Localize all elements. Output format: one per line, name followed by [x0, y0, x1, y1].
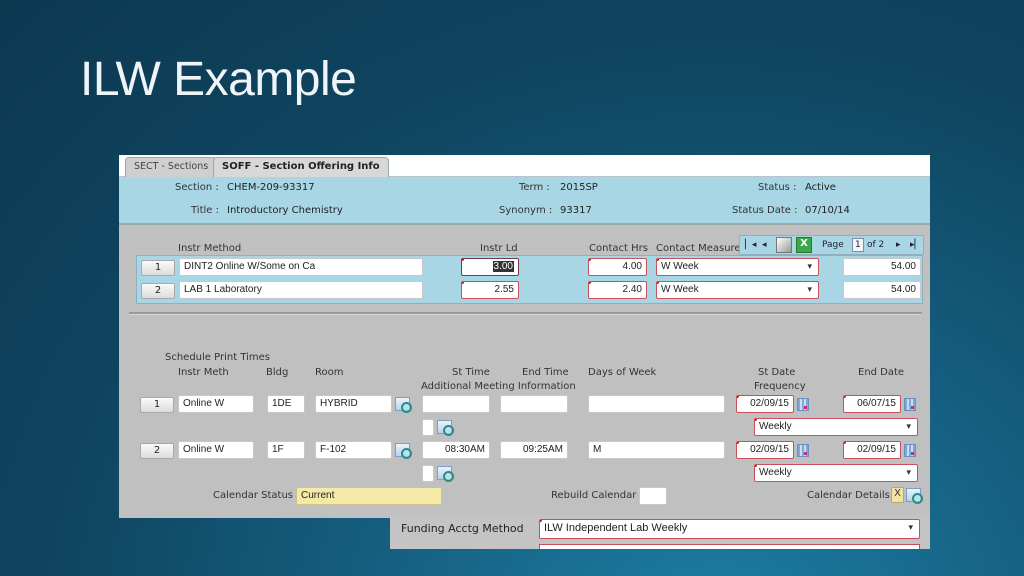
instr-meth-header: Instr Meth: [178, 367, 229, 378]
calendar-details-label: Calendar Details: [807, 490, 890, 501]
rebuild-calendar-field[interactable]: [639, 487, 667, 505]
st-time-field-1[interactable]: [422, 395, 490, 413]
st-date-calendar-icon[interactable]: [797, 444, 809, 457]
synonym-label: Synonym :: [499, 205, 553, 216]
tab-bar: SECT - Sections SOFF - Section Offering …: [119, 155, 930, 177]
end-date-field-2[interactable]: 02/09/15: [843, 441, 901, 459]
additional-info-lookup-icon[interactable]: [437, 420, 454, 436]
room-lookup-icon[interactable]: [395, 443, 412, 459]
tab-soff-section-offering[interactable]: SOFF - Section Offering Info: [213, 157, 389, 177]
days-of-week-field-1[interactable]: [588, 395, 725, 413]
instr-method-field-1[interactable]: DINT2 Online W/Some on Ca: [179, 258, 423, 276]
st-date-field-2[interactable]: 02/09/15: [736, 441, 794, 459]
tab-sect-sections[interactable]: SECT - Sections: [125, 157, 218, 177]
end-date-calendar-icon[interactable]: [904, 444, 916, 457]
contact-hrs-field-2[interactable]: 2.40: [588, 281, 647, 299]
next-field-edge: [539, 544, 920, 549]
title-label: Title :: [191, 205, 219, 216]
instr-total-field-1[interactable]: 54.00: [843, 258, 921, 276]
st-date-header: St Date: [758, 367, 796, 378]
term-value: 2015SP: [560, 182, 598, 193]
next-page-icon[interactable]: ▸: [896, 240, 901, 250]
last-page-icon[interactable]: ▸▏: [910, 240, 921, 250]
section-divider: [129, 312, 922, 315]
bldg-field-2[interactable]: 1F: [267, 441, 305, 459]
instr-load-field-2[interactable]: 2.55: [461, 281, 519, 299]
end-date-field-1[interactable]: 06/07/15: [843, 395, 901, 413]
instr-row-1-button[interactable]: 1: [141, 260, 175, 276]
schedule-row-1-button[interactable]: 1: [140, 397, 174, 413]
funding-acctg-method-label: Funding Acctg Method: [401, 522, 524, 535]
instr-row-2-button[interactable]: 2: [141, 283, 175, 299]
calendar-status-field: Current: [296, 487, 442, 505]
room-field-1[interactable]: HYBRID: [315, 395, 392, 413]
additional-info-checkbox-2[interactable]: [422, 465, 434, 482]
slide-title: ILW Example: [80, 53, 357, 106]
contact-measure-select-2[interactable]: W Week: [656, 281, 819, 299]
contact-hrs-field-1[interactable]: 4.00: [588, 258, 647, 276]
status-date-label: Status Date :: [732, 205, 798, 216]
bldg-field-1[interactable]: 1DE: [267, 395, 305, 413]
days-of-week-header: Days of Week: [588, 367, 657, 378]
instr-method-table: 1 DINT2 Online W/Some on Ca 3.00 4.00 W …: [136, 255, 923, 304]
title-value: Introductory Chemistry: [227, 205, 343, 216]
section-header: Section : CHEM-209-93317 Title : Introdu…: [119, 177, 930, 225]
calendar-details-flag[interactable]: X: [891, 487, 904, 503]
instr-load-header: Instr Ld: [480, 243, 518, 254]
instr-method-field-2[interactable]: LAB 1 Laboratory: [179, 281, 423, 299]
status-value: Active: [805, 182, 836, 193]
end-date-calendar-icon[interactable]: [904, 398, 916, 411]
rebuild-calendar-label: Rebuild Calendar: [551, 490, 637, 501]
st-date-calendar-icon[interactable]: [797, 398, 809, 411]
page-label: Page: [822, 240, 844, 250]
instr-meth-field-1[interactable]: Online W: [178, 395, 254, 413]
end-time-field-2[interactable]: 09:25AM: [500, 441, 568, 459]
calendar-details-lookup-icon[interactable]: [906, 488, 923, 504]
status-date-value: 07/10/14: [805, 205, 850, 216]
contact-measure-header: Contact Measure: [656, 243, 741, 254]
section-label: Section :: [175, 182, 219, 193]
additional-info-checkbox-1[interactable]: [422, 419, 434, 436]
schedule-print-times-header: Schedule Print Times: [165, 352, 270, 363]
frequency-select-1[interactable]: Weekly: [754, 418, 918, 436]
first-page-icon[interactable]: ▏◂: [745, 240, 756, 250]
status-label: Status :: [758, 182, 797, 193]
page-of-label: of 2: [867, 240, 885, 250]
st-time-header: St Time: [452, 367, 490, 378]
window-icon[interactable]: [776, 237, 792, 253]
excel-export-icon[interactable]: X: [796, 237, 812, 253]
term-label: Term :: [519, 182, 550, 193]
end-date-header: End Date: [858, 367, 905, 378]
instr-load-field-1[interactable]: 3.00: [461, 258, 519, 276]
room-lookup-icon[interactable]: [395, 397, 412, 413]
room-field-2[interactable]: F-102: [315, 441, 392, 459]
additional-info-lookup-icon[interactable]: [437, 466, 454, 482]
instr-meth-field-2[interactable]: Online W: [178, 441, 254, 459]
instr-method-header: Instr Method: [178, 243, 242, 254]
funding-acctg-method-select[interactable]: ILW Independent Lab Weekly: [539, 519, 920, 539]
st-time-field-2[interactable]: 08:30AM: [422, 441, 490, 459]
room-header: Room: [315, 367, 344, 378]
days-of-week-field-2[interactable]: M: [588, 441, 725, 459]
prev-page-icon[interactable]: ◂: [762, 240, 767, 250]
soff-window: SECT - Sections SOFF - Section Offering …: [119, 155, 930, 518]
frequency-header: Frequency: [754, 381, 806, 392]
calendar-status-label: Calendar Status: [213, 490, 294, 501]
contact-measure-select-1[interactable]: W Week: [656, 258, 819, 276]
contact-hrs-header: Contact Hrs: [589, 243, 648, 254]
end-time-header: End Time: [522, 367, 569, 378]
synonym-value: 93317: [560, 205, 592, 216]
schedule-row-2-button[interactable]: 2: [140, 443, 174, 459]
pager: ▏◂ ◂ X Page 1 of 2 ▸ ▸▏: [739, 235, 924, 255]
st-date-field-1[interactable]: 02/09/15: [736, 395, 794, 413]
bldg-header: Bldg: [266, 367, 289, 378]
frequency-select-2[interactable]: Weekly: [754, 464, 918, 482]
page-number-input[interactable]: 1: [852, 238, 864, 252]
end-time-field-1[interactable]: [500, 395, 568, 413]
instr-total-field-2[interactable]: 54.00: [843, 281, 921, 299]
funding-panel: Funding Acctg Method ILW Independent Lab…: [390, 515, 930, 549]
section-value: CHEM-209-93317: [227, 182, 315, 193]
additional-meeting-header: Additional Meeting Information: [421, 381, 576, 392]
